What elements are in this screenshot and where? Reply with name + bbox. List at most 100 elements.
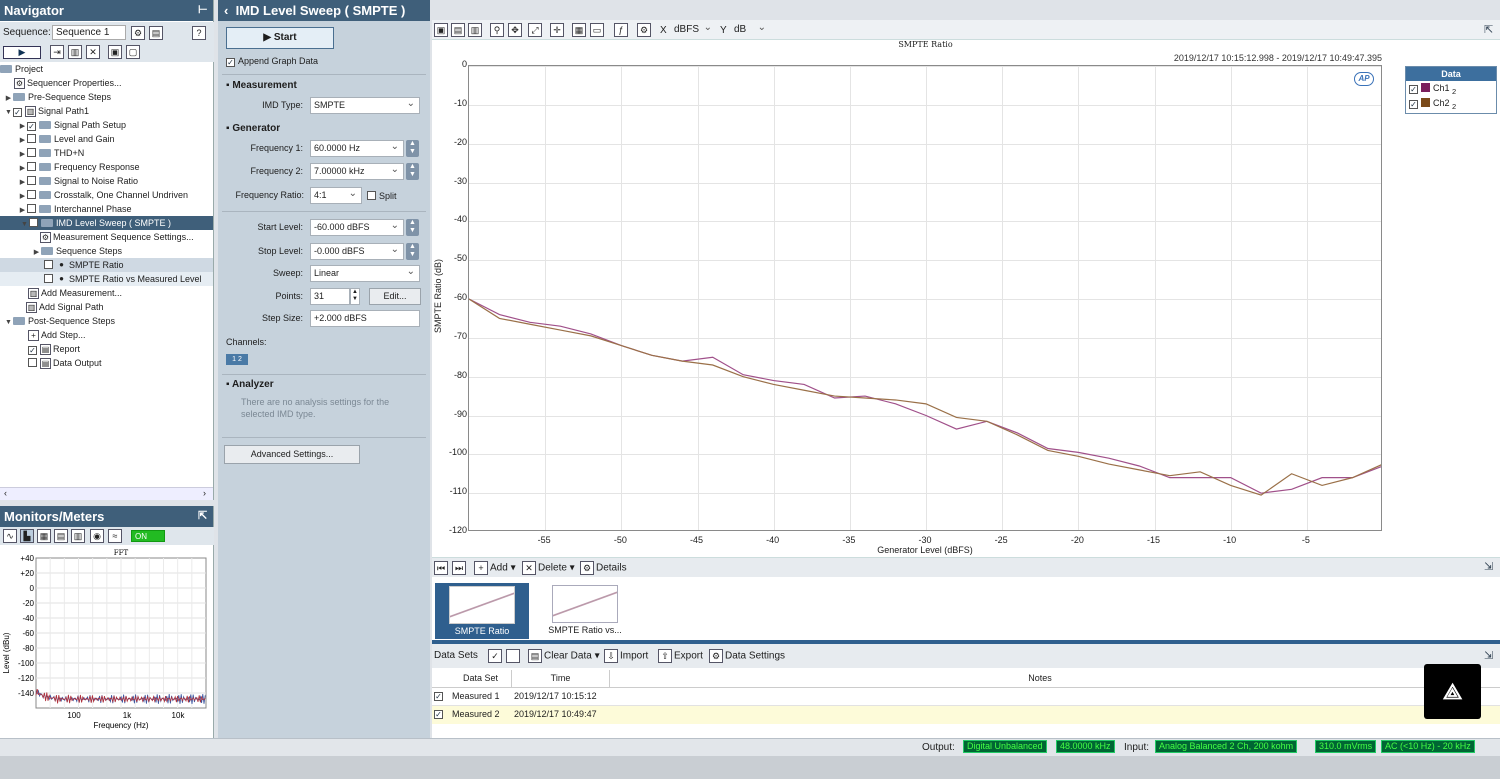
measurement-section[interactable]: ▪ Measurement [226,80,297,91]
legend-checkbox[interactable]: ✓ [1409,100,1418,109]
channel-buttons[interactable]: 1 2 [226,354,248,365]
points-field[interactable]: 31 [310,288,350,305]
advanced-settings-button[interactable]: Advanced Settings... [224,445,360,464]
cursor-icon[interactable]: ✛ [550,23,564,37]
scroll-left-icon[interactable]: ‹ [4,488,7,498]
legend-checkbox[interactable]: ✓ [1409,85,1418,94]
table-icon[interactable]: ▦ [572,23,586,37]
zoom-fit-icon[interactable]: ✥ [508,23,522,37]
select-none-icon[interactable] [506,649,520,663]
bars-icon[interactable]: ▥ [71,529,85,543]
clear-data-button[interactable]: ▤ Clear Data ▾ [528,649,600,663]
last-icon[interactable]: ⏭ [452,561,466,575]
tree-scrollbar[interactable]: ‹ › [0,487,213,500]
export-button[interactable]: ⇧ Export [658,649,703,663]
back-icon[interactable]: ‹ [224,3,228,18]
delete-icon[interactable]: ✕ [86,45,100,59]
thumbnail-smpte-ratio-vs[interactable]: SMPTE Ratio vs... [538,583,632,639]
tree-item[interactable]: ▼ IMD Level Sweep ( SMPTE ) [0,216,213,230]
start-level-field[interactable]: -60.000 dBFS [310,218,404,236]
output-value[interactable]: Digital Unbalanced [963,740,1047,753]
gear-icon[interactable]: ⚙ [131,26,145,40]
tree-item[interactable]: ▶ ✓ Signal Path Setup [18,118,126,132]
popout-icon[interactable]: ⇱ [198,506,207,527]
meter-icon[interactable]: ▥ [68,45,82,59]
scope-icon[interactable]: ∿ [3,529,17,543]
ap-badge-icon[interactable]: ⟁ [1424,664,1481,719]
tree-item[interactable]: ▤ Data Output [28,356,102,370]
help-icon[interactable]: ? [192,26,206,40]
tree-checkbox[interactable] [27,176,36,185]
delete-graph-button[interactable]: ✕ Delete ▾ [522,561,575,575]
tree-item[interactable]: ✓ ▤ Report [28,342,80,356]
append-graph-data-checkbox[interactable]: ✓ Append Graph Data [226,54,318,68]
dial-icon[interactable]: ◉ [90,529,104,543]
tree-item[interactable]: ▥ Add Measurement... [28,286,122,300]
stop-level-field[interactable]: -0.000 dBFS [310,242,404,260]
first-icon[interactable]: ⏮ [434,561,448,575]
frequency1-stepper[interactable]: ▲ ▼ [406,140,419,157]
tree-checkbox[interactable] [27,204,36,213]
points-stepper[interactable]: ▲ ▼ [350,288,360,305]
step-icon[interactable]: ⇥ [50,45,64,59]
tree-item[interactable]: ▶ Frequency Response [18,160,140,174]
tree-item[interactable]: ▼ ✓ ▥ Signal Path1 [4,104,89,118]
tree-checkbox[interactable] [44,260,53,269]
input-value[interactable]: Analog Balanced 2 Ch, 200 kohm [1155,740,1298,753]
expand-icon[interactable]: ⤢ [528,23,542,37]
legend-item[interactable]: ✓ Ch1 2 [1406,81,1496,96]
tree-item[interactable]: ⚙ Measurement Sequence Settings... [40,230,194,244]
tree-item[interactable]: ▼ Post-Sequence Steps [4,314,115,328]
row-checkbox[interactable]: ✓ [434,710,443,719]
document-icon[interactable]: ▤ [149,26,163,40]
split-checkbox[interactable]: Split [367,189,397,203]
tree-item[interactable]: ▥ Add Signal Path [26,300,104,314]
tree-checkbox[interactable] [27,190,36,199]
legend-item[interactable]: ✓ Ch2 2 [1406,96,1496,111]
level-icon[interactable]: ▤ [54,529,68,543]
row-checkbox[interactable]: ✓ [434,692,443,701]
export-icon[interactable]: ▣ [108,45,122,59]
generator-section[interactable]: ▪ Generator [226,123,280,134]
graph-settings-icon[interactable]: ⚙ [637,23,651,37]
monitor-on-toggle[interactable]: ON [131,530,165,542]
tree-item[interactable]: ● SMPTE Ratio vs Measured Level [0,272,213,286]
expanded-icon[interactable]: ▼ [4,316,13,330]
graph-type-icon[interactable]: ▭ [590,23,604,37]
input-coupling[interactable]: AC (<10 Hz) - 20 kHz [1381,740,1475,753]
step-size-field[interactable]: +2.000 dBFS [310,310,420,327]
start-button[interactable]: ▶ Start [226,27,334,49]
start-level-stepper[interactable]: ▲ ▼ [406,219,419,236]
tree-checkbox[interactable]: ✓ [13,108,22,117]
tree-item[interactable]: ▶ Interchannel Phase [18,202,132,216]
frequency-ratio-select[interactable]: 4:1 [310,186,362,204]
output-rate[interactable]: 48.0000 kHz [1056,740,1115,753]
expanded-icon[interactable]: ▼ [4,106,13,120]
print-icon[interactable]: ▥ [468,23,482,37]
tree-item[interactable]: ▶ Pre-Sequence Steps [4,90,111,104]
tree-checkbox[interactable] [27,148,36,157]
tree-item[interactable]: ▶ Sequence Steps [32,244,122,258]
add-graph-button[interactable]: + Add ▾ [474,561,516,575]
tree-checkbox[interactable]: ✓ [28,346,37,355]
sequence-select[interactable]: Sequence 1 [52,25,126,40]
tree-item[interactable]: ▶ Level and Gain [18,132,115,146]
analyzer-section[interactable]: ▪ Analyzer [226,379,274,390]
meters-icon[interactable]: ▦ [37,529,51,543]
tree-item[interactable]: + Add Step... [28,328,86,342]
wave-icon[interactable]: ≈ [108,529,122,543]
y-unit-select[interactable]: dB [734,22,770,35]
tree-item[interactable]: ▶ Signal to Noise Ratio [18,174,138,188]
scroll-right-icon[interactable]: › [203,488,206,498]
tree-checkbox[interactable] [27,162,36,171]
tree-item[interactable]: ● SMPTE Ratio [0,258,213,272]
collapse-icon[interactable]: ⇲ [1484,560,1493,573]
function-icon[interactable]: ƒ [614,23,628,37]
stop-level-stepper[interactable]: ▲ ▼ [406,243,419,260]
select-all-icon[interactable]: ✓ [488,649,502,663]
table-row[interactable]: ✓ Measured 2 2019/12/17 10:49:47 [432,706,1500,724]
datasets-collapse-icon[interactable]: ⇲ [1484,649,1493,662]
imd-type-select[interactable]: SMPTE [310,96,420,114]
copy-icon[interactable]: ▤ [451,23,465,37]
tree-item[interactable]: ▶ Crosstalk, One Channel Undriven [18,188,188,202]
